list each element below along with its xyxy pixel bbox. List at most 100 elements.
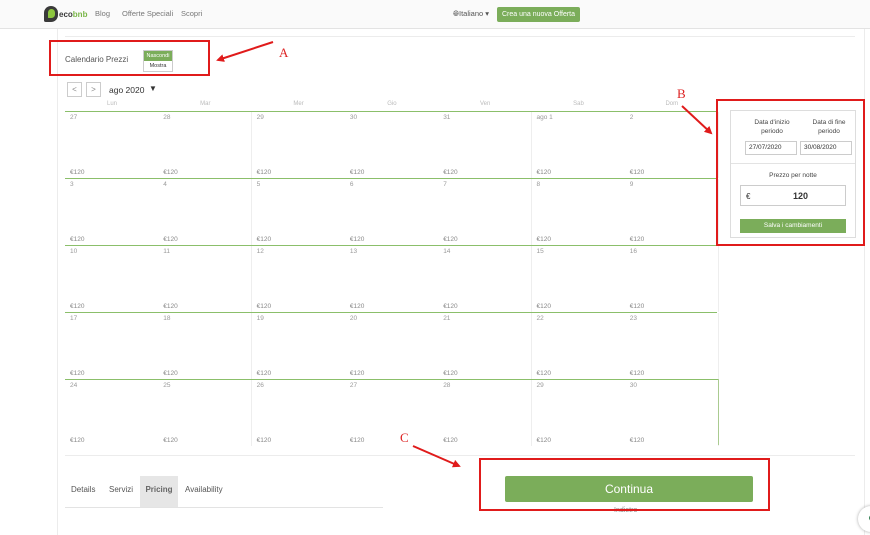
day-number: 7 xyxy=(443,181,447,188)
tab-pricing[interactable]: Pricing xyxy=(140,476,178,507)
calendar-day-cell[interactable]: 4 €120 xyxy=(158,179,253,245)
day-price: €120 xyxy=(629,169,645,176)
day-price: €120 xyxy=(163,236,178,243)
day-number: 4 xyxy=(163,181,167,188)
calendar-day-cell[interactable]: 23 €120 xyxy=(624,313,719,379)
chevron-right-icon: > xyxy=(91,85,96,94)
day-price: €120 xyxy=(70,303,85,310)
calendar-day-cell[interactable]: 28 €120 xyxy=(158,112,253,178)
last-week-right-border xyxy=(718,379,719,445)
calendar-day-cell[interactable]: 29 €120 xyxy=(251,112,346,178)
create-offer-button[interactable]: Crea una nuova Offerta xyxy=(497,7,580,22)
arrow-to-c xyxy=(412,445,461,468)
next-month-button[interactable]: > xyxy=(86,82,101,97)
day-number: 15 xyxy=(536,248,544,255)
month-dropdown-icon[interactable]: ▼ xyxy=(149,84,157,93)
day-number: 29 xyxy=(256,114,264,121)
calendar-day-cell[interactable]: 13 €120 xyxy=(344,246,439,312)
day-number: 24 xyxy=(70,382,78,389)
nav-link-blog[interactable]: Blog xyxy=(95,9,110,18)
calendar-day-cell[interactable]: 14 €120 xyxy=(438,246,533,312)
calendar-day-cell[interactable]: 24 €120 xyxy=(65,380,159,446)
tab-availability[interactable]: Availability xyxy=(185,476,223,507)
day-number: 22 xyxy=(536,315,544,322)
day-number: 19 xyxy=(256,315,264,322)
content-bottom-divider xyxy=(65,455,855,456)
annotation-box-b xyxy=(716,99,865,246)
day-number: 27 xyxy=(70,114,78,121)
calendar-day-cell[interactable]: 5 €120 xyxy=(251,179,346,245)
content-top-divider xyxy=(65,36,855,37)
calendar-day-cell[interactable]: 27 €120 xyxy=(65,112,159,178)
day-price: €120 xyxy=(349,437,365,444)
calendar-day-cell[interactable]: 16 €120 xyxy=(624,246,719,312)
day-number: 20 xyxy=(349,315,358,322)
day-price: €120 xyxy=(629,370,645,377)
day-number: 25 xyxy=(163,382,171,389)
calendar-day-cell[interactable]: 25 €120 xyxy=(158,380,253,446)
app-root: ecobnb Blog Offerte Speciali Scopri 🌐︎It… xyxy=(0,0,870,535)
calendar-day-cell[interactable]: 26 €120 xyxy=(251,380,346,446)
day-number: 18 xyxy=(163,315,171,322)
day-price: €120 xyxy=(443,370,458,377)
day-price: €120 xyxy=(536,303,551,310)
prev-month-button[interactable]: < xyxy=(67,82,82,97)
weekday-header: Mar xyxy=(200,101,211,107)
day-number: 30 xyxy=(629,382,638,389)
calendar-day-cell[interactable]: 3 €120 xyxy=(65,179,159,245)
calendar-day-cell[interactable]: 8 €120 xyxy=(531,179,626,245)
calendar-day-cell[interactable]: 31 €120 xyxy=(438,112,533,178)
day-number: 23 xyxy=(629,315,638,322)
nav-link-discover[interactable]: Scopri xyxy=(181,9,202,18)
day-number: 29 xyxy=(536,382,544,389)
calendar-day-cell[interactable]: 21 €120 xyxy=(438,313,533,379)
day-number: 3 xyxy=(70,181,74,188)
calendar-day-cell[interactable]: 30 €120 xyxy=(344,112,439,178)
calendar-day-cell[interactable]: 19 €120 xyxy=(251,313,346,379)
tab-details[interactable]: Details xyxy=(71,476,95,507)
logo-text: ecobnb xyxy=(59,9,88,19)
calendar-day-cell[interactable]: 17 €120 xyxy=(65,313,159,379)
day-price: €120 xyxy=(536,437,551,444)
calendar-day-cell[interactable]: 2 €120 xyxy=(624,112,719,178)
nav-link-special-offers[interactable]: Offerte Speciali xyxy=(122,9,173,18)
current-month-label[interactable]: ago 2020 xyxy=(109,85,144,95)
calendar-day-cell[interactable]: 20 €120 xyxy=(344,313,439,379)
calendar-day-cell[interactable]: 22 €120 xyxy=(531,313,626,379)
calendar-day-cell[interactable]: 15 €120 xyxy=(531,246,626,312)
chevron-left-icon: < xyxy=(72,85,77,94)
day-price: €120 xyxy=(256,169,272,176)
arrow-to-a xyxy=(216,41,274,62)
tab-services[interactable]: Servizi xyxy=(109,476,133,507)
day-price: €120 xyxy=(629,236,645,243)
day-price: €120 xyxy=(163,303,178,310)
site-logo[interactable]: ecobnb xyxy=(44,5,87,23)
day-price: €120 xyxy=(349,370,365,377)
language-selector[interactable]: 🌐︎Italiano ▾ xyxy=(453,9,489,19)
day-price: €120 xyxy=(443,437,458,444)
calendar-day-cell[interactable]: 18 €120 xyxy=(158,313,253,379)
day-number: 11 xyxy=(163,248,171,255)
chat-widget-icon[interactable] xyxy=(858,506,870,532)
day-price: €120 xyxy=(629,303,645,310)
calendar-day-cell[interactable]: ago 1 €120 xyxy=(531,112,626,178)
day-number: 8 xyxy=(536,181,541,188)
weekday-header: Gio xyxy=(387,101,397,107)
calendar-day-cell[interactable]: 30 €120 xyxy=(624,380,719,446)
calendar-day-cell[interactable]: 9 €120 xyxy=(624,179,719,245)
day-price: €120 xyxy=(629,437,645,444)
calendar-day-cell[interactable]: 10 €120 xyxy=(65,246,159,312)
calendar-day-cell[interactable]: 12 €120 xyxy=(251,246,346,312)
left-content-border xyxy=(57,29,58,535)
calendar-day-cell[interactable]: 6 €120 xyxy=(344,179,439,245)
calendar-day-cell[interactable]: 7 €120 xyxy=(438,179,533,245)
day-price: €120 xyxy=(70,236,85,243)
day-price: €120 xyxy=(443,236,458,243)
day-number: 28 xyxy=(443,382,451,389)
calendar-day-cell[interactable]: 11 €120 xyxy=(158,246,253,312)
calendar-day-cell[interactable]: 29 €120 xyxy=(531,380,626,446)
day-price: €120 xyxy=(163,370,178,377)
day-price: €120 xyxy=(536,236,551,243)
calendar-day-cell[interactable]: 27 €120 xyxy=(344,380,439,446)
calendar-day-cell[interactable]: 28 €120 xyxy=(438,380,533,446)
